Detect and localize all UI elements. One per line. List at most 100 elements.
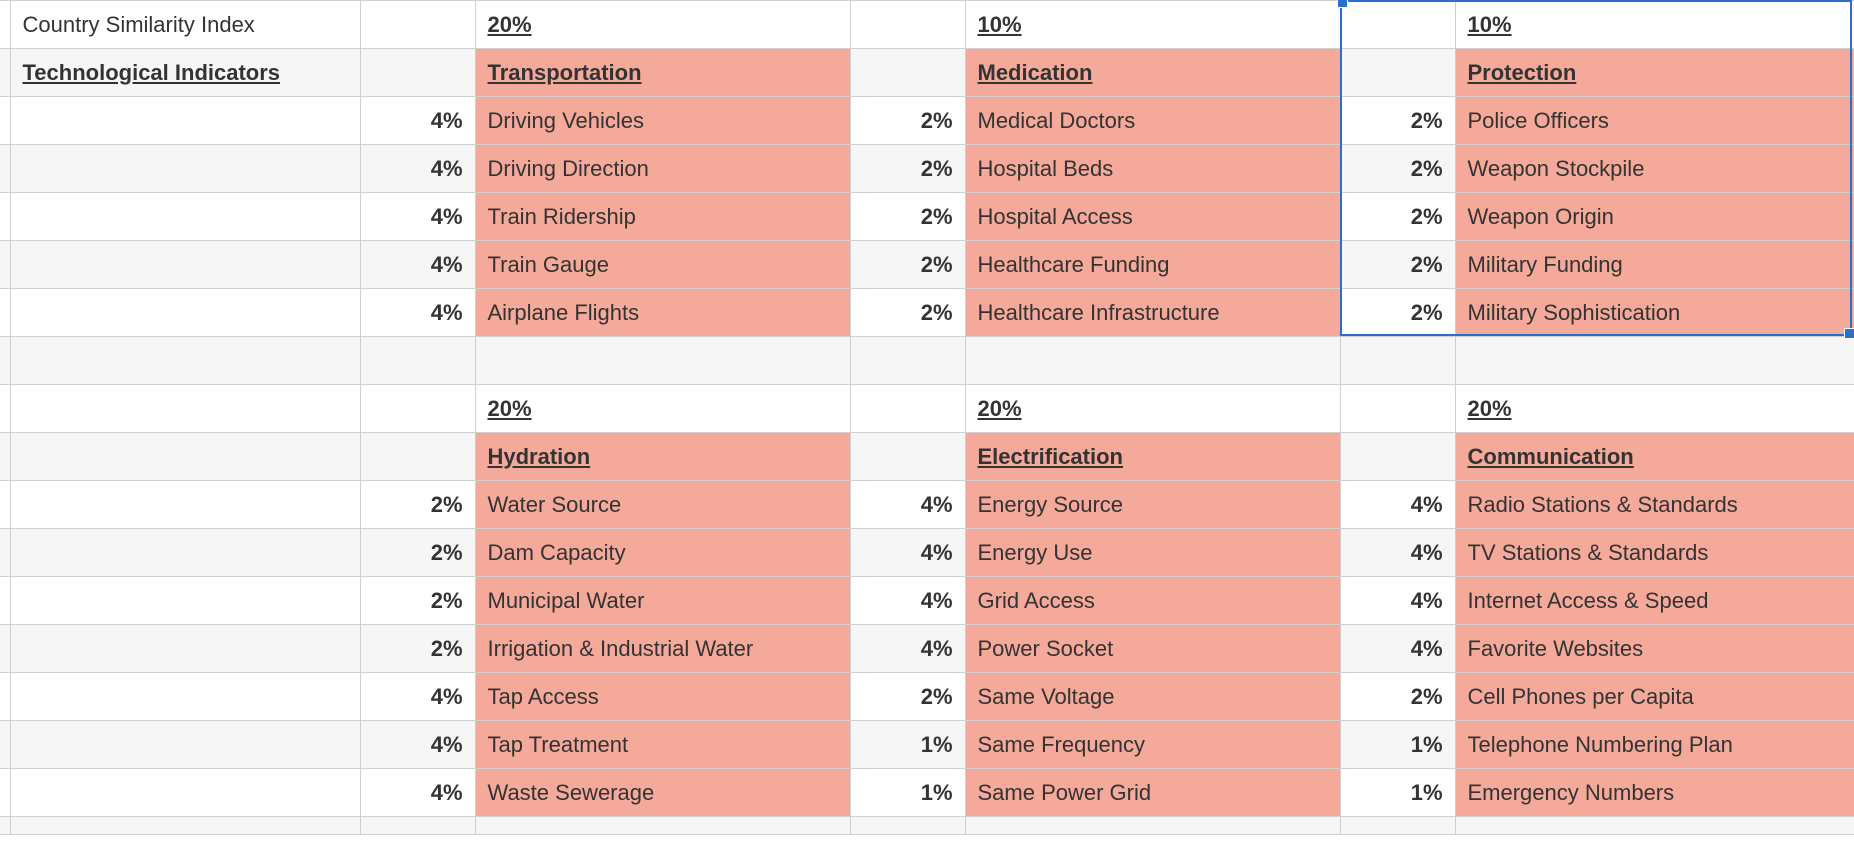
pct-cell[interactable]: 2% bbox=[850, 193, 965, 241]
table-row[interactable]: 4% Train Gauge 2% Healthcare Funding 2% … bbox=[0, 241, 1854, 289]
item-label[interactable]: Dam Capacity bbox=[475, 529, 850, 577]
pct-cell[interactable]: 1% bbox=[1340, 721, 1455, 769]
item-label[interactable]: Healthcare Funding bbox=[965, 241, 1340, 289]
group-weight[interactable]: 20% bbox=[475, 385, 850, 433]
empty-cell[interactable] bbox=[475, 817, 850, 835]
empty-cell[interactable] bbox=[965, 337, 1340, 385]
pct-cell[interactable] bbox=[850, 49, 965, 97]
pct-cell[interactable]: 4% bbox=[1340, 481, 1455, 529]
pct-cell[interactable] bbox=[360, 1, 475, 49]
empty-cell[interactable] bbox=[1340, 337, 1455, 385]
pct-cell[interactable]: 4% bbox=[360, 673, 475, 721]
table-row[interactable]: 4% Airplane Flights 2% Healthcare Infras… bbox=[0, 289, 1854, 337]
table-row[interactable]: 2% Municipal Water 4% Grid Access 4% Int… bbox=[0, 577, 1854, 625]
pct-cell[interactable]: 4% bbox=[850, 481, 965, 529]
item-label[interactable]: Favorite Websites bbox=[1455, 625, 1854, 673]
item-label[interactable]: Emergency Numbers bbox=[1455, 769, 1854, 817]
pct-cell[interactable]: 2% bbox=[360, 481, 475, 529]
table-row[interactable]: 4% Waste Sewerage 1% Same Power Grid 1% … bbox=[0, 769, 1854, 817]
empty-cell[interactable] bbox=[850, 337, 965, 385]
group-name[interactable]: Protection bbox=[1455, 49, 1854, 97]
empty-cell[interactable] bbox=[850, 817, 965, 835]
row-weights-top[interactable]: Country Similarity Index 20% 10% 10% bbox=[0, 1, 1854, 49]
row-groupnames-bottom[interactable]: Hydration Electrification Communication bbox=[0, 433, 1854, 481]
empty-cell[interactable] bbox=[360, 817, 475, 835]
pct-cell[interactable]: 4% bbox=[360, 241, 475, 289]
empty-cell[interactable] bbox=[360, 337, 475, 385]
table-row[interactable]: 4% Driving Vehicles 2% Medical Doctors 2… bbox=[0, 97, 1854, 145]
pct-cell[interactable]: 4% bbox=[1340, 577, 1455, 625]
group-weight[interactable]: 10% bbox=[1455, 1, 1854, 49]
table-row[interactable]: 4% Tap Access 2% Same Voltage 2% Cell Ph… bbox=[0, 673, 1854, 721]
item-label[interactable]: Driving Vehicles bbox=[475, 97, 850, 145]
empty-cell[interactable] bbox=[10, 769, 360, 817]
empty-cell[interactable] bbox=[10, 97, 360, 145]
item-label[interactable]: Train Ridership bbox=[475, 193, 850, 241]
pct-cell[interactable] bbox=[1340, 49, 1455, 97]
empty-cell[interactable] bbox=[1340, 817, 1455, 835]
pct-cell[interactable]: 2% bbox=[1340, 97, 1455, 145]
empty-cell[interactable] bbox=[10, 337, 360, 385]
table-row[interactable]: 2% Dam Capacity 4% Energy Use 4% TV Stat… bbox=[0, 529, 1854, 577]
pct-cell[interactable]: 4% bbox=[360, 193, 475, 241]
spreadsheet-table[interactable]: Country Similarity Index 20% 10% 10% Tec… bbox=[0, 0, 1854, 835]
item-label[interactable]: Irrigation & Industrial Water bbox=[475, 625, 850, 673]
group-weight[interactable]: 10% bbox=[965, 1, 1340, 49]
trailing-row[interactable] bbox=[0, 817, 1854, 835]
empty-cell[interactable] bbox=[10, 193, 360, 241]
item-label[interactable]: Train Gauge bbox=[475, 241, 850, 289]
item-label[interactable]: Same Power Grid bbox=[965, 769, 1340, 817]
pct-cell[interactable]: 2% bbox=[1340, 145, 1455, 193]
item-label[interactable]: Energy Use bbox=[965, 529, 1340, 577]
group-weight[interactable]: 20% bbox=[965, 385, 1340, 433]
pct-cell[interactable]: 4% bbox=[850, 577, 965, 625]
group-weight[interactable]: 20% bbox=[1455, 385, 1854, 433]
item-label[interactable]: Police Officers bbox=[1455, 97, 1854, 145]
pct-cell[interactable] bbox=[360, 385, 475, 433]
pct-cell[interactable] bbox=[360, 433, 475, 481]
pct-cell[interactable] bbox=[850, 385, 965, 433]
pct-cell[interactable]: 2% bbox=[850, 97, 965, 145]
empty-cell[interactable] bbox=[10, 625, 360, 673]
pct-cell[interactable]: 2% bbox=[1340, 673, 1455, 721]
empty-cell[interactable] bbox=[10, 433, 360, 481]
pct-cell[interactable]: 2% bbox=[850, 673, 965, 721]
pct-cell[interactable]: 1% bbox=[1340, 769, 1455, 817]
item-label[interactable]: Same Voltage bbox=[965, 673, 1340, 721]
empty-cell[interactable] bbox=[1455, 817, 1854, 835]
table-row[interactable]: 4% Driving Direction 2% Hospital Beds 2%… bbox=[0, 145, 1854, 193]
empty-cell[interactable] bbox=[10, 145, 360, 193]
section-heading[interactable]: Technological Indicators bbox=[10, 49, 360, 97]
pct-cell[interactable]: 2% bbox=[1340, 241, 1455, 289]
item-label[interactable]: Grid Access bbox=[965, 577, 1340, 625]
item-label[interactable]: Municipal Water bbox=[475, 577, 850, 625]
item-label[interactable]: Same Frequency bbox=[965, 721, 1340, 769]
group-name[interactable]: Transportation bbox=[475, 49, 850, 97]
pct-cell[interactable]: 4% bbox=[360, 97, 475, 145]
pct-cell[interactable] bbox=[1340, 385, 1455, 433]
pct-cell[interactable]: 4% bbox=[850, 625, 965, 673]
pct-cell[interactable]: 4% bbox=[360, 721, 475, 769]
pct-cell[interactable]: 2% bbox=[360, 577, 475, 625]
item-label[interactable]: Military Funding bbox=[1455, 241, 1854, 289]
item-label[interactable]: Weapon Origin bbox=[1455, 193, 1854, 241]
pct-cell[interactable]: 2% bbox=[850, 289, 965, 337]
item-label[interactable]: TV Stations & Standards bbox=[1455, 529, 1854, 577]
table-row[interactable]: 2% Water Source 4% Energy Source 4% Radi… bbox=[0, 481, 1854, 529]
pct-cell[interactable]: 1% bbox=[850, 721, 965, 769]
item-label[interactable]: Weapon Stockpile bbox=[1455, 145, 1854, 193]
row-weights-bottom[interactable]: 20% 20% 20% bbox=[0, 385, 1854, 433]
empty-cell[interactable] bbox=[475, 337, 850, 385]
empty-cell[interactable] bbox=[10, 481, 360, 529]
item-label[interactable]: Driving Direction bbox=[475, 145, 850, 193]
pct-cell[interactable]: 4% bbox=[850, 529, 965, 577]
empty-cell[interactable] bbox=[10, 385, 360, 433]
pct-cell[interactable]: 4% bbox=[360, 769, 475, 817]
item-label[interactable]: Hospital Access bbox=[965, 193, 1340, 241]
item-label[interactable]: Radio Stations & Standards bbox=[1455, 481, 1854, 529]
item-label[interactable]: Healthcare Infrastructure bbox=[965, 289, 1340, 337]
item-label[interactable]: Water Source bbox=[475, 481, 850, 529]
empty-cell[interactable] bbox=[10, 577, 360, 625]
table-row[interactable]: 4% Train Ridership 2% Hospital Access 2%… bbox=[0, 193, 1854, 241]
group-name[interactable]: Electrification bbox=[965, 433, 1340, 481]
